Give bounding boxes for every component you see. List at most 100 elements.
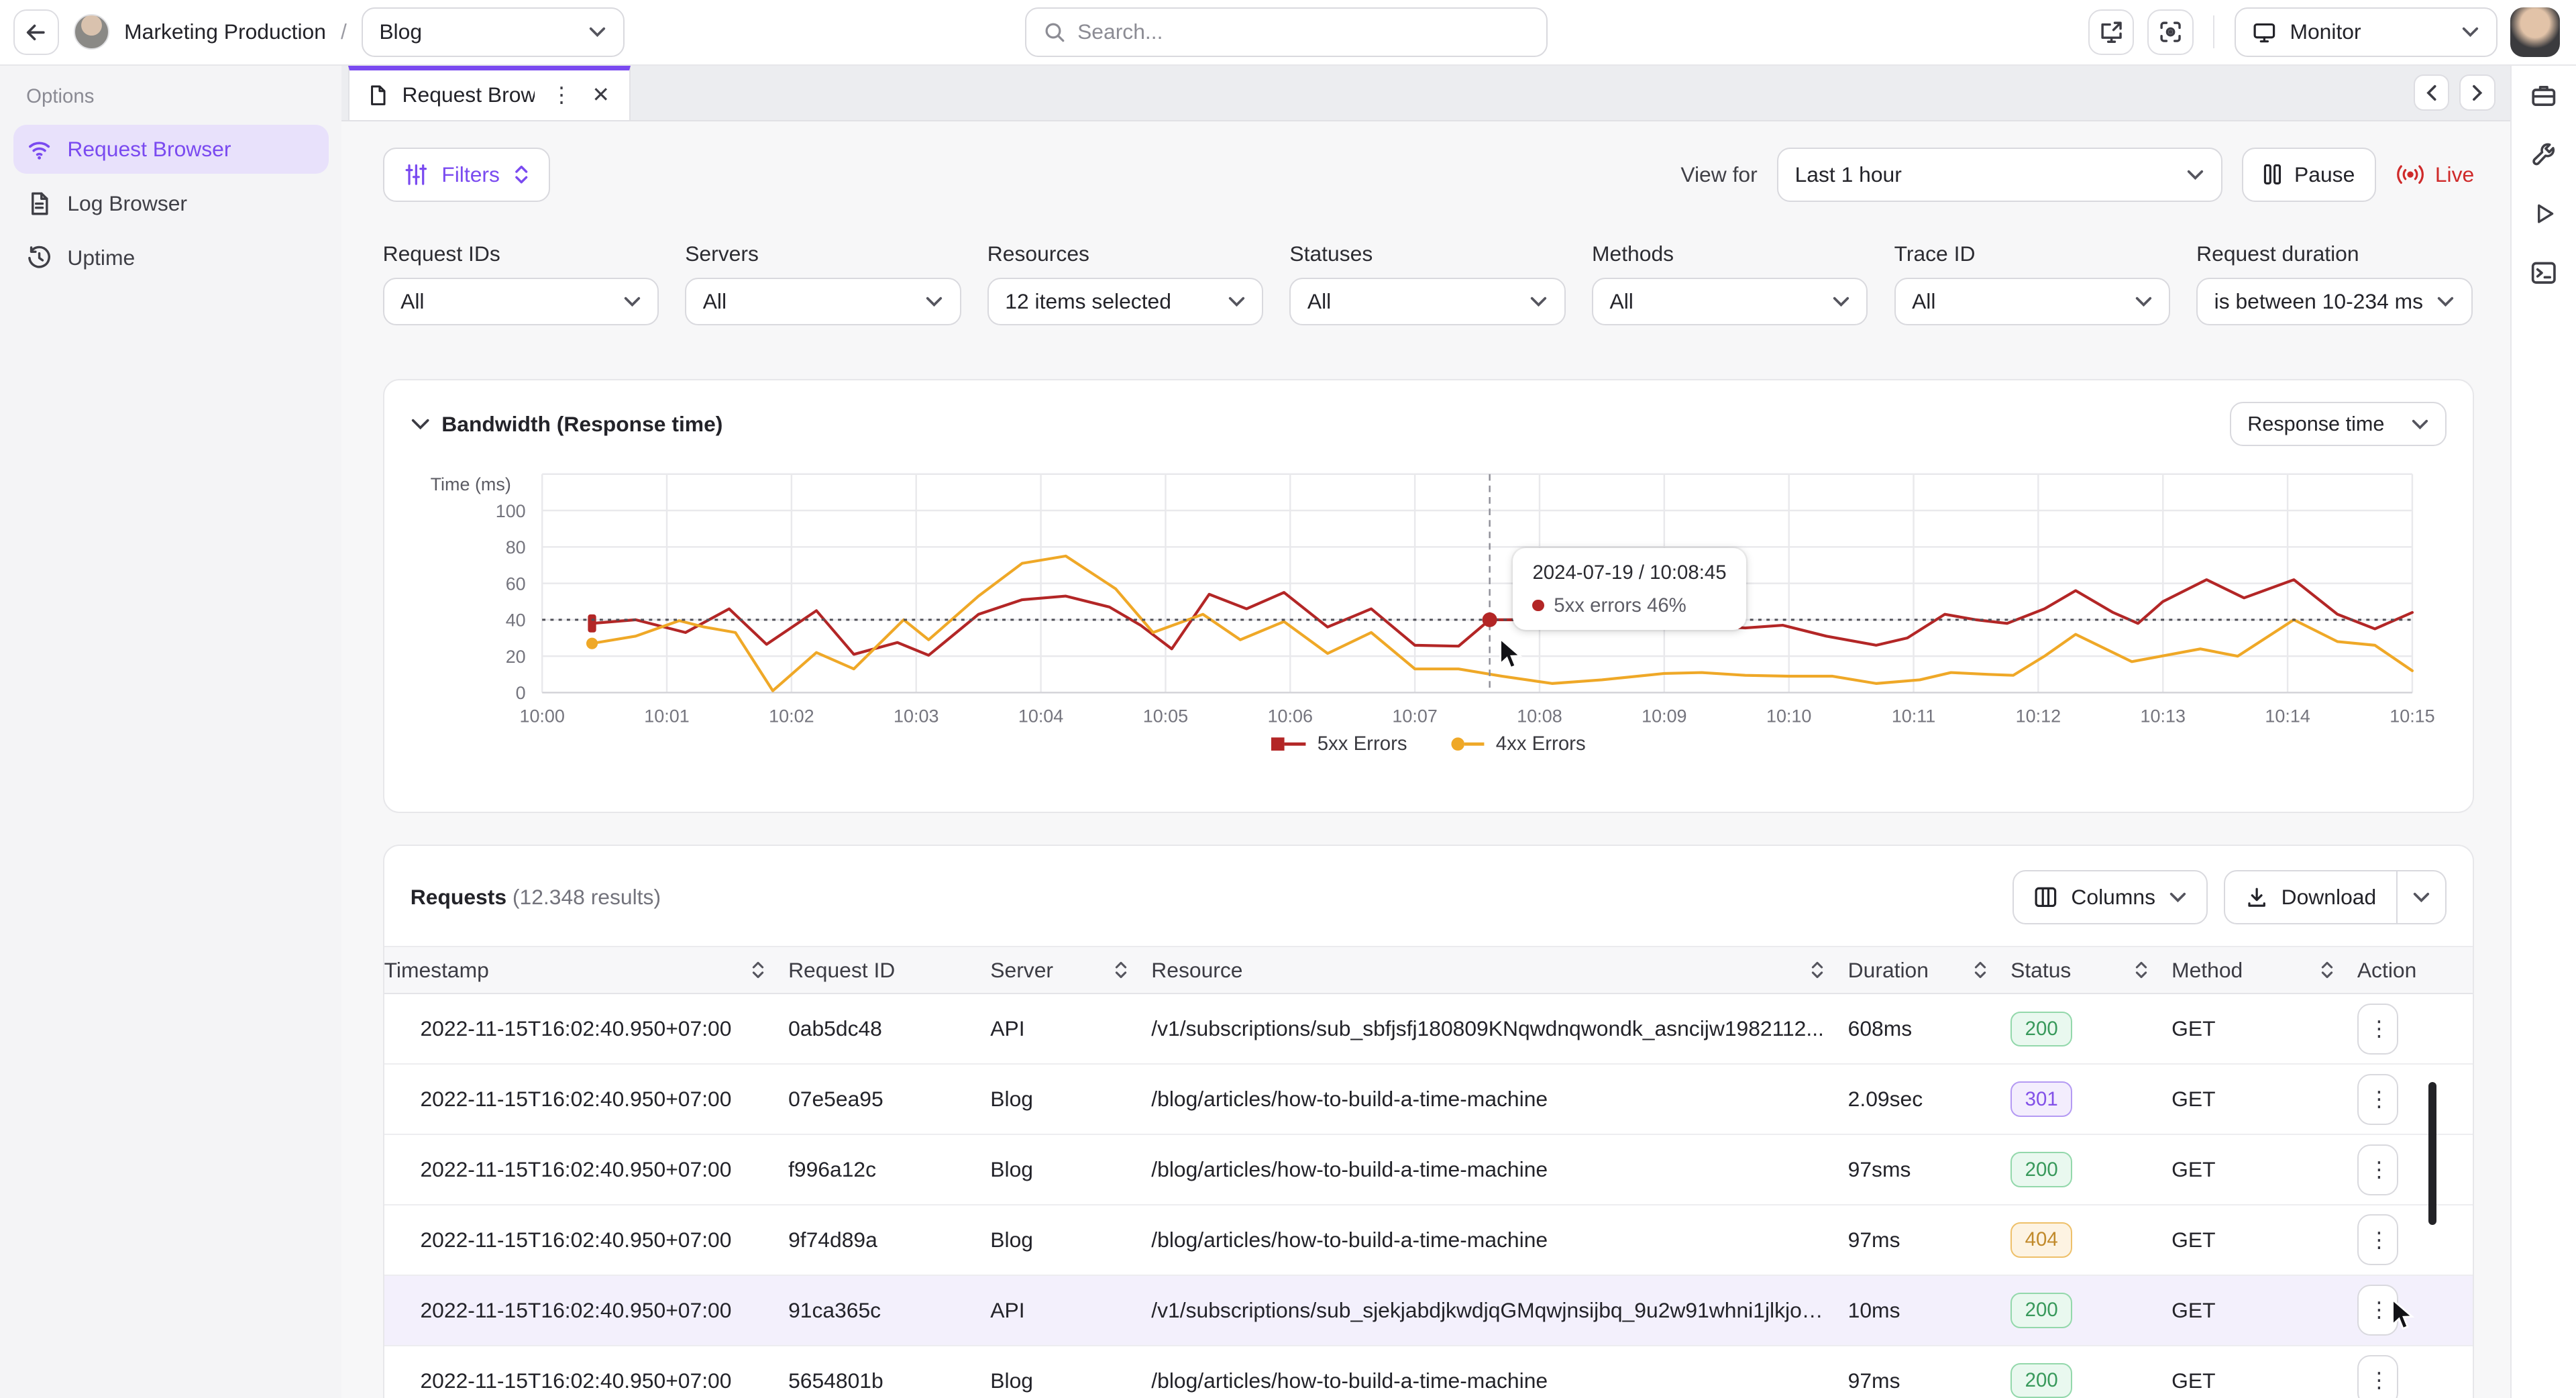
chevron-down-icon — [2186, 169, 2204, 180]
download-button[interactable]: Download — [2224, 870, 2397, 924]
sidebar-item-request-browser[interactable]: Request Browser — [13, 125, 329, 174]
chevron-down-icon — [1832, 296, 1850, 307]
pause-icon — [2263, 164, 2282, 185]
tab-close-button[interactable]: ✕ — [588, 85, 612, 106]
column-header[interactable]: Request ID — [788, 947, 990, 994]
tooltip-value: 5xx errors 46% — [1554, 594, 1686, 617]
download-options-button[interactable] — [2398, 870, 2447, 924]
cell-action: ⋮ — [2357, 1134, 2473, 1205]
filter-group: Request duration is between 10-234 ms — [2196, 241, 2472, 325]
legend-item[interactable]: 4xx Errors — [1450, 733, 1585, 755]
toolbox-button[interactable] — [2522, 74, 2565, 117]
column-label: Status — [2010, 958, 2071, 983]
column-header[interactable]: Timestamp — [384, 947, 788, 994]
svg-text:10:05: 10:05 — [1142, 706, 1187, 726]
sort-icon[interactable] — [2134, 959, 2149, 981]
tab-request-browser[interactable]: Request Browser ⋮ ✕ — [348, 66, 631, 120]
environment-select[interactable]: Blog — [362, 7, 625, 56]
wrench-button[interactable] — [2522, 133, 2565, 176]
chart-metric-value: Response time — [2247, 413, 2384, 436]
table-row[interactable]: 2022-11-15T16:02:40.950+07:00 0ab5dc48 A… — [384, 993, 2473, 1064]
cell-action: ⋮ — [2357, 1346, 2473, 1398]
svg-text:10:09: 10:09 — [1642, 706, 1686, 726]
row-actions-button[interactable]: ⋮ — [2357, 1214, 2398, 1265]
time-range-value: Last 1 hour — [1795, 162, 1902, 187]
filter-select[interactable]: All — [1289, 278, 1565, 325]
tabs-prev-button[interactable] — [2414, 74, 2450, 111]
tabs-next-button[interactable] — [2459, 74, 2496, 111]
column-label: Timestamp — [384, 958, 489, 983]
chart-metric-select[interactable]: Response time — [2230, 402, 2447, 446]
sort-icon[interactable] — [1810, 959, 1825, 981]
cell-status: 200 — [2010, 993, 2171, 1064]
column-label: Resource — [1151, 958, 1242, 983]
row-actions-button[interactable]: ⋮ — [2357, 1355, 2398, 1398]
sort-icon[interactable] — [751, 959, 765, 981]
monitor-icon — [2252, 20, 2277, 45]
filter-select[interactable]: 12 items selected — [987, 278, 1263, 325]
search-input[interactable]: Search... — [1025, 7, 1548, 56]
back-button[interactable] — [13, 9, 60, 56]
filters-button[interactable]: Filters — [383, 148, 551, 202]
sidebar-item-log-browser[interactable]: Log Browser — [13, 179, 329, 228]
legend-label: 5xx Errors — [1318, 733, 1407, 755]
chart-collapse-toggle[interactable]: Bandwidth (Response time) — [411, 412, 723, 437]
svg-text:20: 20 — [505, 647, 525, 667]
row-actions-button[interactable]: ⋮ — [2357, 1074, 2398, 1125]
tab-menu-button[interactable]: ⋮ — [547, 85, 576, 106]
svg-text:10:00: 10:00 — [519, 706, 564, 726]
view-mode-select[interactable]: Monitor — [2235, 7, 2498, 56]
sort-icon[interactable] — [1114, 959, 1128, 981]
filter-select[interactable]: is between 10-234 ms — [2196, 278, 2472, 325]
row-actions-button[interactable]: ⋮ — [2357, 1004, 2398, 1055]
view-mode-value: Monitor — [2290, 19, 2361, 44]
cell-duration: 2.09sec — [1848, 1064, 2010, 1134]
time-range-select[interactable]: Last 1 hour — [1777, 148, 2222, 202]
chevron-down-icon — [1228, 296, 1246, 307]
chart-tooltip: 2024-07-19 / 10:08:45 5xx errors 46% — [1513, 548, 1746, 630]
table-scrollbar-thumb[interactable] — [2428, 1082, 2436, 1225]
view-for-label: View for — [1680, 162, 1757, 187]
screen-share-icon — [2098, 19, 2125, 45]
row-actions-button[interactable]: ⋮ — [2357, 1144, 2398, 1195]
filter-select[interactable]: All — [383, 278, 659, 325]
filter-select[interactable]: All — [685, 278, 961, 325]
legend-item[interactable]: 5xx Errors — [1271, 733, 1407, 755]
table-row[interactable]: 2022-11-15T16:02:40.950+07:00 91ca365c A… — [384, 1275, 2473, 1346]
column-header[interactable]: Server — [990, 947, 1151, 994]
cell-resource: /v1/subscriptions/sub_sbfjsfj180809KNqwd… — [1151, 993, 1847, 1064]
columns-button[interactable]: Columns — [2012, 870, 2208, 924]
filter-row: Request IDs All Servers — [383, 241, 2475, 325]
run-button[interactable] — [2522, 193, 2565, 235]
table-row[interactable]: 2022-11-15T16:02:40.950+07:00 5654801b B… — [384, 1346, 2473, 1398]
svg-text:60: 60 — [505, 574, 525, 594]
pause-button[interactable]: Pause — [2242, 148, 2376, 202]
cell-resource: /blog/articles/how-to-build-a-time-machi… — [1151, 1346, 1847, 1398]
top-bar: Marketing Production / Blog Search... — [0, 0, 2576, 66]
column-header[interactable]: Duration — [1848, 947, 2010, 994]
sidebar-item-label: Request Browser — [67, 137, 231, 162]
row-actions-button[interactable]: ⋮ — [2357, 1285, 2398, 1336]
terminal-button[interactable] — [2522, 252, 2565, 294]
sidebar-item-uptime[interactable]: Uptime — [13, 233, 329, 282]
table-row[interactable]: 2022-11-15T16:02:40.950+07:00 07e5ea95 B… — [384, 1064, 2473, 1134]
table-row[interactable]: 2022-11-15T16:02:40.950+07:00 f996a12c B… — [384, 1134, 2473, 1205]
sort-icon[interactable] — [2320, 959, 2334, 981]
sort-icon[interactable] — [1973, 959, 1988, 981]
column-header[interactable]: Resource — [1151, 947, 1847, 994]
screen-share-button[interactable] — [2088, 9, 2135, 56]
user-avatar[interactable] — [2510, 7, 2559, 56]
cell-resource: /blog/articles/how-to-build-a-time-machi… — [1151, 1134, 1847, 1205]
filter-select[interactable]: All — [1592, 278, 1868, 325]
request-browser-app: Marketing Production / Blog Search... — [0, 0, 2576, 1398]
column-label: Duration — [1848, 958, 1929, 983]
column-header[interactable]: Status — [2010, 947, 2171, 994]
column-header[interactable]: Method — [2171, 947, 2357, 994]
live-indicator[interactable]: Live — [2396, 162, 2474, 187]
svg-text:10:13: 10:13 — [2140, 706, 2185, 726]
column-header[interactable]: Action — [2357, 947, 2473, 994]
watch-mode-button[interactable] — [2147, 9, 2194, 56]
filter-select[interactable]: All — [1894, 278, 2170, 325]
status-badge: 301 — [2010, 1081, 2072, 1117]
table-row[interactable]: 2022-11-15T16:02:40.950+07:00 9f74d89a B… — [384, 1205, 2473, 1275]
